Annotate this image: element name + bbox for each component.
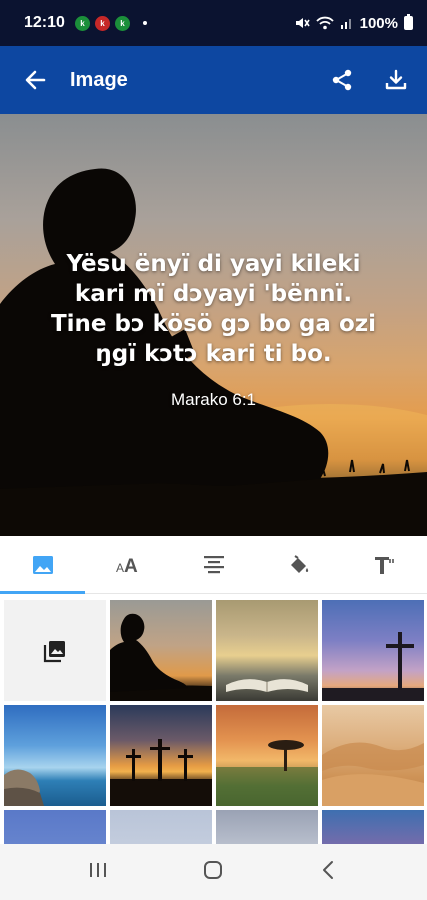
tab-alignment[interactable]: [171, 536, 256, 593]
verse-image-preview: Yësu ënyï di yayi kileki kari mï dɔyayi …: [0, 114, 427, 536]
battery-percent: 100%: [359, 14, 398, 32]
gallery-thumbnail[interactable]: [216, 810, 318, 844]
share-button[interactable]: [315, 46, 369, 114]
gallery-thumbnail[interactable]: [322, 600, 424, 701]
page-title: Image: [70, 68, 128, 91]
pick-photo-button[interactable]: [4, 600, 106, 701]
system-navigation-bar: [0, 844, 427, 900]
app-notification-icon: k: [94, 15, 110, 31]
signal-icon: [340, 19, 351, 29]
align-center-icon: [203, 555, 224, 573]
gallery-thumbnail[interactable]: [216, 705, 318, 806]
tab-color[interactable]: [256, 536, 341, 593]
thumbnail-image: [216, 740, 318, 806]
home-button[interactable]: [202, 859, 224, 886]
status-time: 12:10: [24, 14, 65, 31]
status-indicators: 100%: [294, 14, 413, 32]
status-app-icons: k k k: [74, 15, 147, 31]
gallery-thumbnail[interactable]: [4, 810, 106, 844]
status-bar: 12:10 k k k 100%: [0, 0, 427, 46]
back-icon: [323, 860, 334, 879]
text-format-icon: [375, 556, 395, 574]
gallery-thumbnail[interactable]: [322, 810, 424, 844]
svg-text:A: A: [116, 561, 124, 575]
gallery-thumbnail[interactable]: [110, 705, 212, 806]
system-back-button[interactable]: [318, 859, 340, 886]
recents-icon: [89, 862, 106, 877]
tab-background-image[interactable]: [0, 536, 86, 594]
thumbnail-image: [226, 679, 308, 692]
gallery-thumbnail[interactable]: [110, 600, 212, 701]
download-icon: [385, 69, 407, 90]
thumbnail-image: [322, 632, 424, 701]
font-size-icon: A A: [116, 556, 138, 577]
more-notifications-icon: [142, 21, 147, 25]
back-button[interactable]: [0, 46, 70, 114]
verse-text: Yësu ënyï di yayi kileki kari mï dɔyayi …: [20, 249, 407, 369]
arrow-back-icon: [25, 70, 46, 90]
app-notification-icon: k: [74, 15, 90, 31]
thumbnail-image: [110, 739, 212, 806]
tab-font[interactable]: A A: [85, 536, 170, 593]
gallery-thumbnail[interactable]: [4, 705, 106, 806]
photo-library-icon: [43, 640, 65, 662]
download-button[interactable]: [369, 46, 423, 114]
tab-text-style[interactable]: [342, 536, 427, 593]
mute-icon: [295, 18, 310, 28]
verse-reference: Marako 6:1: [170, 390, 257, 409]
svg-text:A: A: [124, 556, 138, 577]
home-icon: [204, 860, 223, 879]
verse-line: Tine bɔ kösö gɔ bo ga ozi: [50, 311, 377, 337]
background-gallery: [0, 596, 427, 844]
verse-line: kari mï dɔyayi 'bënnï.: [74, 281, 353, 307]
thumbnail-image: [4, 769, 44, 806]
recents-button[interactable]: [87, 860, 109, 885]
paint-bucket-icon: [290, 554, 309, 573]
gallery-thumbnail[interactable]: [216, 600, 318, 701]
gallery-thumbnail[interactable]: [110, 810, 212, 844]
battery-icon: [404, 14, 413, 30]
image-icon: [32, 555, 53, 574]
editor-tabs: A A: [0, 536, 427, 594]
verse-line: Yësu ënyï di yayi kileki: [66, 251, 361, 277]
app-bar: Image: [0, 46, 427, 114]
thumbnail-image: [322, 742, 424, 806]
thumbnail-image: [110, 613, 212, 701]
verse-line: ŋgï kɔtɔ kari ti bo.: [95, 341, 332, 367]
wifi-icon: [315, 16, 334, 30]
share-icon: [332, 69, 352, 91]
gallery-thumbnail[interactable]: [322, 705, 424, 806]
app-notification-icon: k: [114, 15, 130, 31]
